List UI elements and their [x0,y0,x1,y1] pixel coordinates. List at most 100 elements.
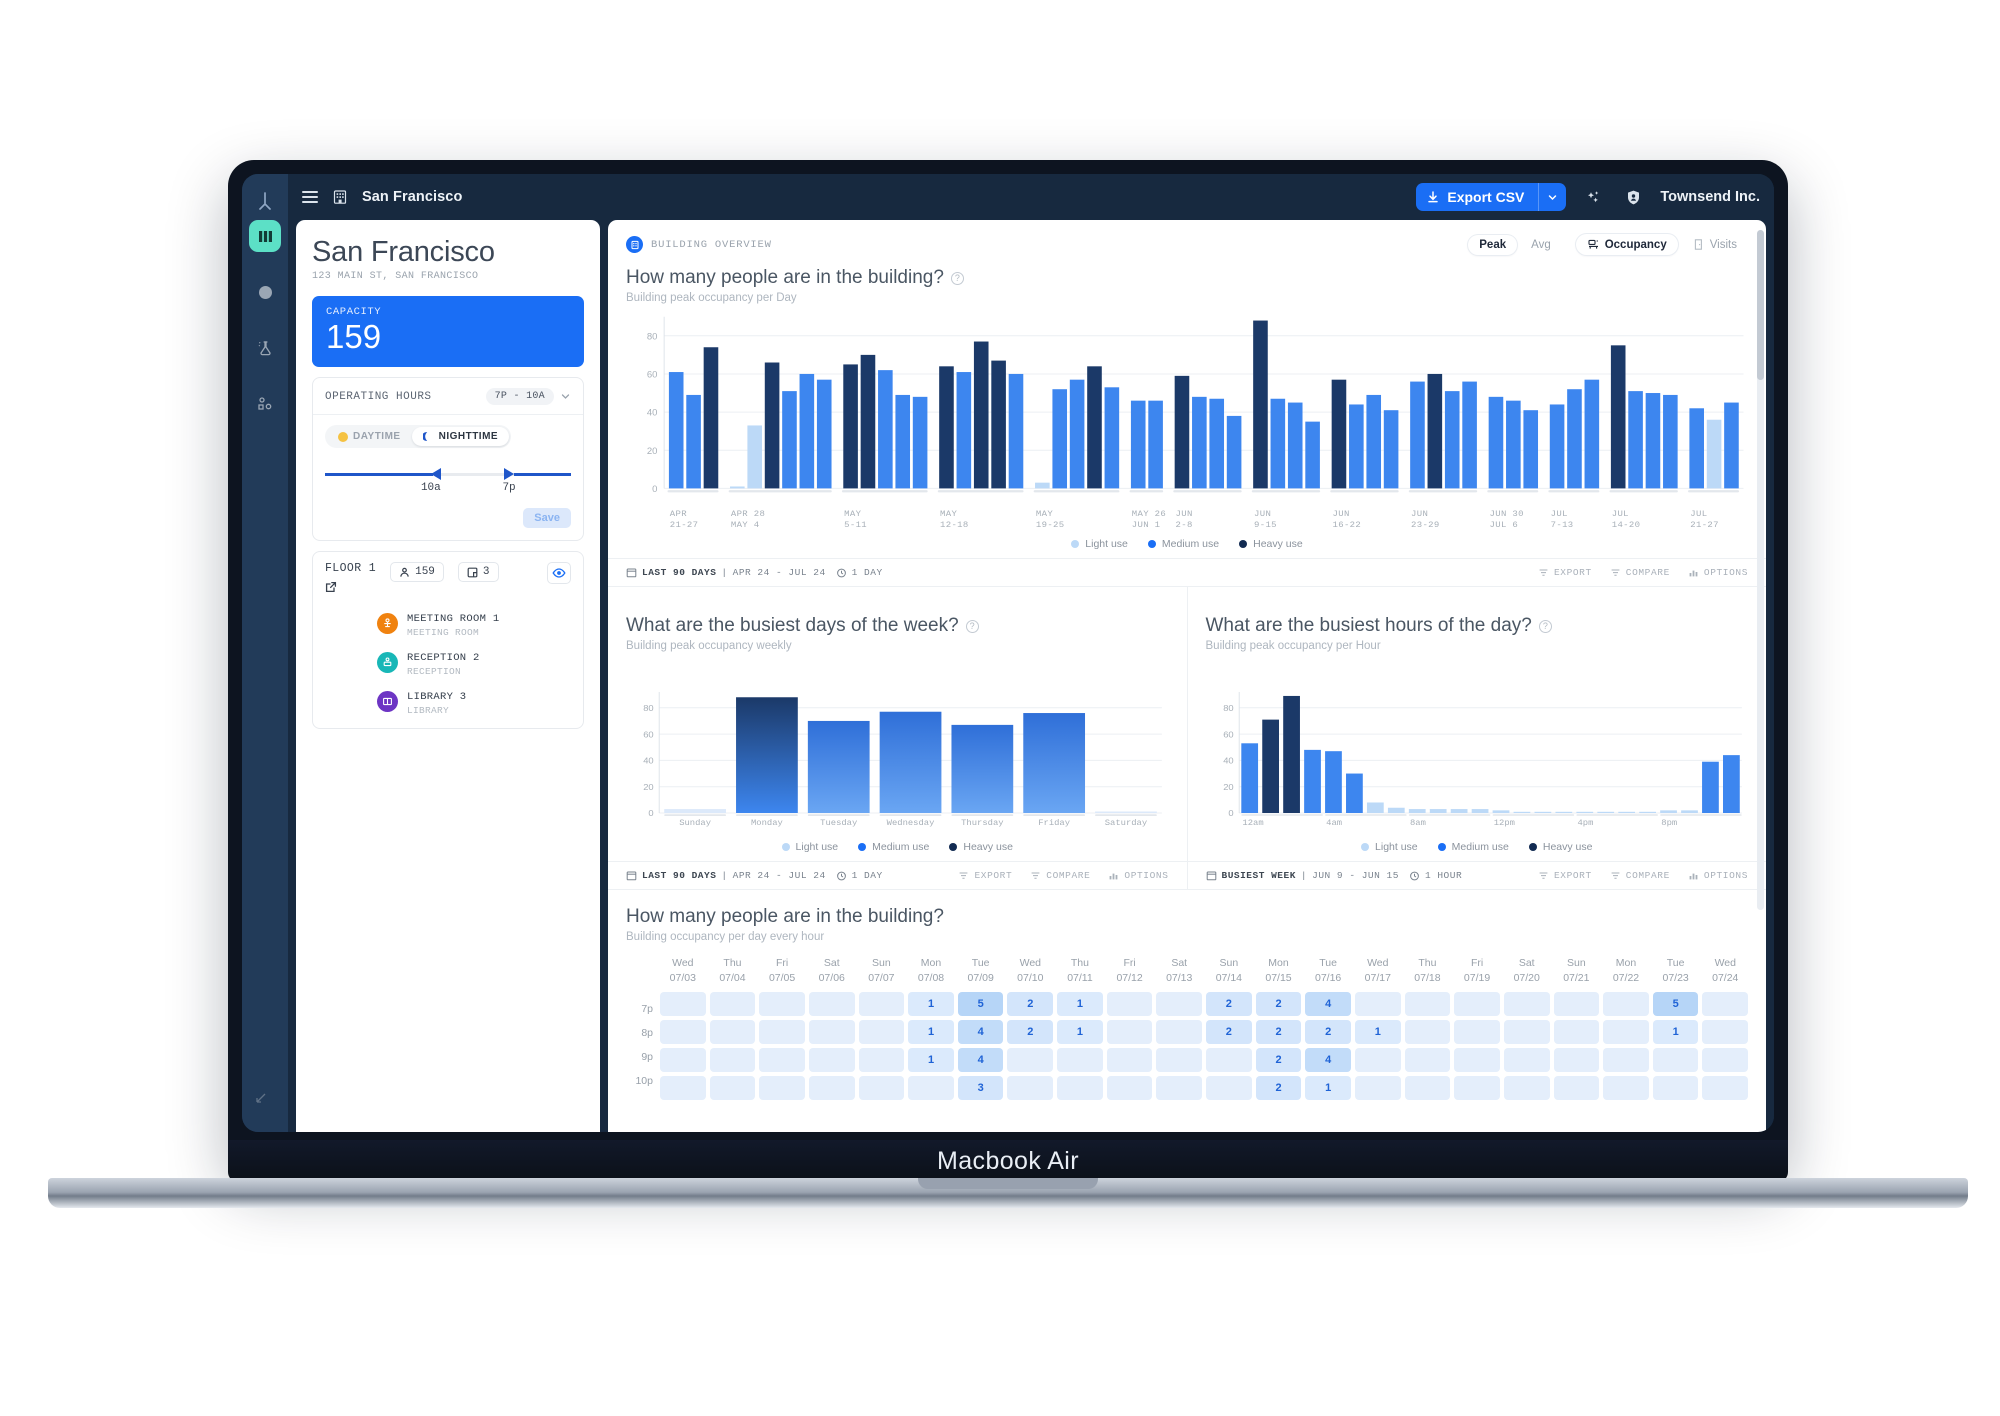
view-option-occupancy[interactable]: Occupancy [1575,234,1678,255]
daily-compare-action[interactable]: COMPARE [1610,567,1670,578]
scrollbar-thumb[interactable] [1757,230,1764,380]
floor-people-chip[interactable]: 159 [390,562,444,583]
heatmap-cell[interactable] [1404,992,1451,1017]
hamburger-icon[interactable] [302,191,318,203]
heatmap-cell[interactable] [1454,1020,1500,1045]
toggle-daytime[interactable]: DAYTIME [327,427,412,446]
view-option-visits[interactable]: Visits [1681,234,1748,255]
heatmap-cell[interactable] [759,992,805,1017]
weekday-granularity[interactable]: 1 DAY [836,870,883,881]
heatmap-cell[interactable] [1553,1076,1600,1101]
vertical-scrollbar[interactable] [1757,230,1764,910]
shield-icon[interactable] [1620,184,1646,210]
heatmap-cell[interactable] [1206,1048,1252,1073]
heatmap-cell[interactable] [1156,1020,1203,1045]
heatmap-cell[interactable]: 5 [957,992,1004,1017]
heatmap-cell[interactable]: 2 [1305,1020,1351,1045]
heatmap-cell[interactable]: 4 [1305,992,1351,1017]
heatmap-cell[interactable] [1206,1076,1252,1101]
weekday-export-action[interactable]: EXPORT [958,870,1012,881]
slider-handle-end[interactable] [504,468,515,481]
heatmap-cell[interactable] [1603,1048,1649,1073]
heatmap-cell[interactable]: 2 [1255,1048,1302,1073]
floor-rooms-chip[interactable]: 3 [457,562,499,583]
heatmap-cell[interactable] [759,1048,805,1073]
heatmap-cell[interactable] [808,1048,855,1073]
heatmap-cell[interactable] [1057,1048,1103,1073]
heatmap-cell[interactable] [1404,1020,1451,1045]
heatmap-cell[interactable] [660,1076,706,1101]
heatmap-cell[interactable]: 1 [1057,1020,1103,1045]
heatmap-cell[interactable]: 1 [908,1020,954,1045]
toggle-nighttime[interactable]: NIGHTTIME [411,427,510,447]
heatmap-cell[interactable]: 2 [1206,992,1252,1017]
heatmap-cell[interactable] [858,992,905,1017]
busiest-weekdays-chart[interactable]: 0 20 40 60 80 Sunday Monday Tuesday Wednesday Thu… [626,686,1169,831]
heatmap-cell[interactable] [908,1076,954,1101]
heatmap-cell[interactable]: 1 [908,992,954,1017]
export-csv-button[interactable]: Export CSV [1416,183,1539,211]
heatmap-cell[interactable] [709,1076,756,1101]
daily-options-action[interactable]: OPTIONS [1688,567,1748,578]
heatmap-cell[interactable] [1503,1048,1550,1073]
heatmap-cell[interactable]: 2 [1255,992,1302,1017]
heatmap-cell[interactable] [1404,1076,1451,1101]
heatmap-cell[interactable] [1553,992,1600,1017]
heatmap-cell[interactable] [1404,1048,1451,1073]
heatmap-cell[interactable] [1702,992,1748,1017]
heatmap-cell[interactable] [1553,1048,1600,1073]
heatmap-cell[interactable] [858,1048,905,1073]
heatmap-cell[interactable] [1454,1048,1500,1073]
weekday-compare-action[interactable]: COMPARE [1030,870,1090,881]
question-icon[interactable]: ? [965,619,979,633]
heatmap-cell[interactable]: 3 [957,1076,1004,1101]
heatmap-cell[interactable] [1454,992,1500,1017]
heatmap-cell[interactable] [1156,992,1203,1017]
daily-export-action[interactable]: EXPORT [1538,567,1592,578]
heatmap-cell[interactable] [1354,1076,1401,1101]
heatmap-cell[interactable] [660,992,706,1017]
heatmap-cell[interactable] [1603,1020,1649,1045]
heatmap-cell[interactable]: 4 [957,1048,1004,1073]
heatmap-cell[interactable] [660,1020,706,1045]
heatmap-cell[interactable] [1106,1048,1153,1073]
sidebar-item-lab[interactable] [249,332,281,364]
list-item[interactable]: MEETING ROOM 1 MEETING ROOM [377,608,571,638]
heatmap-cell[interactable] [1057,1076,1103,1101]
chevron-down-icon[interactable] [560,391,571,402]
heatmap-cell[interactable] [1503,1076,1550,1101]
heatmap-cell[interactable] [759,1076,805,1101]
hourly-granularity[interactable]: 1 HOUR [1409,870,1462,881]
heatmap-cell[interactable] [1156,1076,1203,1101]
heatmap-cell[interactable] [1354,992,1401,1017]
heatmap-cell[interactable] [1702,1048,1748,1073]
heatmap-cell[interactable] [1106,992,1153,1017]
sparkles-icon[interactable] [1580,184,1606,210]
sidebar-item-dashboard[interactable] [249,220,281,252]
eye-icon[interactable] [547,562,571,585]
heatmap-cell[interactable]: 5 [1652,992,1699,1017]
heatmap-cell[interactable]: 2 [1206,1020,1252,1045]
heatmap-cell[interactable] [709,1020,756,1045]
hourly-compare-action[interactable]: COMPARE [1610,870,1670,881]
heatmap-cell[interactable] [1106,1076,1153,1101]
heatmap-cell[interactable]: 2 [1255,1020,1302,1045]
heatmap-cell[interactable]: 1 [908,1048,954,1073]
busiest-hours-chart[interactable]: 0 20 40 60 80 12am 4am 8am 12pm 4pm 8pm [1206,686,1749,831]
daily-occupancy-chart[interactable]: 0 20 40 60 80 [626,310,1748,506]
heatmap-cell[interactable]: 4 [957,1020,1004,1045]
weekday-options-action[interactable]: OPTIONS [1108,870,1168,881]
brand-logo-icon[interactable] [250,186,280,216]
daily-granularity[interactable]: 1 DAY [836,567,883,578]
heatmap-cell[interactable] [1702,1020,1748,1045]
metric-option-avg[interactable]: Avg [1520,235,1562,255]
heatmap-cell[interactable]: 2 [1007,992,1054,1017]
heatmap-cell[interactable]: 1 [1057,992,1103,1017]
sidebar-item-nodes[interactable] [249,388,281,420]
heatmap-cell[interactable] [1106,1020,1153,1045]
heatmap-cell[interactable]: 1 [1354,1020,1401,1045]
heatmap-cell[interactable] [1454,1076,1500,1101]
list-item[interactable]: LIBRARY 3 LIBRARY [377,686,571,716]
heatmap-cell[interactable] [1702,1076,1748,1101]
heatmap-cell[interactable] [660,1048,706,1073]
